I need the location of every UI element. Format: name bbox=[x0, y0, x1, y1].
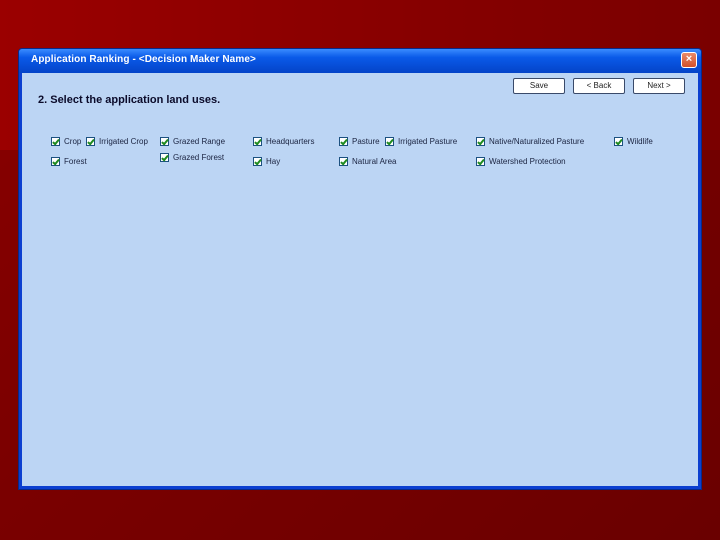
application-window: Application Ranking - <Decision Maker Na… bbox=[18, 48, 702, 490]
save-button[interactable]: Save bbox=[513, 78, 565, 94]
checkbox-checked-icon bbox=[339, 137, 348, 146]
checkbox-checked-icon bbox=[614, 137, 623, 146]
checkbox-checked-icon bbox=[253, 137, 262, 146]
checkbox-label: Grazed Range bbox=[173, 137, 226, 146]
checkbox-label: Crop bbox=[64, 137, 82, 146]
checkbox-checked-icon bbox=[51, 157, 60, 166]
back-button[interactable]: < Back bbox=[573, 78, 625, 94]
checkbox-native-naturalized-pasture[interactable]: Native/Naturalized Pasture bbox=[476, 137, 584, 146]
checkbox-label: Wildlife bbox=[627, 137, 653, 146]
checkbox-crop[interactable]: Crop bbox=[51, 137, 81, 146]
checkbox-forest[interactable]: Forest bbox=[51, 157, 87, 166]
close-icon: × bbox=[685, 53, 693, 65]
checkbox-checked-icon bbox=[86, 137, 95, 146]
checkbox-grazed-forest[interactable]: Grazed Forest bbox=[160, 153, 224, 162]
window-content: Save < Back Next > 2. Select the applica… bbox=[22, 73, 698, 486]
checkbox-label: Pasture bbox=[352, 137, 380, 146]
checkbox-checked-icon bbox=[476, 137, 485, 146]
window-title: Application Ranking - <Decision Maker Na… bbox=[31, 54, 256, 65]
checkbox-hay[interactable]: Hay bbox=[253, 157, 280, 166]
title-bar[interactable]: Application Ranking - <Decision Maker Na… bbox=[19, 49, 701, 73]
checkbox-checked-icon bbox=[51, 137, 60, 146]
checkbox-label: Watershed Protection bbox=[489, 157, 566, 166]
checkbox-irrigated-crop[interactable]: Irrigated Crop bbox=[86, 137, 148, 146]
checkbox-checked-icon bbox=[160, 153, 169, 162]
checkbox-natural-area[interactable]: Natural Area bbox=[339, 157, 396, 166]
checkbox-checked-icon bbox=[476, 157, 485, 166]
checkbox-label: Natural Area bbox=[352, 157, 397, 166]
page-heading: 2. Select the application land uses. bbox=[38, 94, 221, 106]
checkbox-watershed-protection[interactable]: Watershed Protection bbox=[476, 157, 566, 166]
checkbox-checked-icon bbox=[253, 157, 262, 166]
checkbox-label: Headquarters bbox=[266, 137, 315, 146]
close-button[interactable]: × bbox=[681, 52, 697, 68]
checkbox-grazed-range[interactable]: Grazed Range bbox=[160, 137, 225, 146]
checkbox-wildlife[interactable]: Wildlife bbox=[614, 137, 653, 146]
checkbox-label: Hay bbox=[266, 157, 281, 166]
checkbox-label: Irrigated Crop bbox=[99, 137, 148, 146]
next-button[interactable]: Next > bbox=[633, 78, 685, 94]
checkbox-irrigated-pasture[interactable]: Irrigated Pasture bbox=[385, 137, 457, 146]
checkbox-label: Irrigated Pasture bbox=[398, 137, 458, 146]
checkbox-checked-icon bbox=[385, 137, 394, 146]
checkbox-headquarters[interactable]: Headquarters bbox=[253, 137, 314, 146]
checkbox-pasture[interactable]: Pasture bbox=[339, 137, 380, 146]
checkbox-label: Forest bbox=[64, 157, 87, 166]
checkbox-checked-icon bbox=[339, 157, 348, 166]
checkbox-checked-icon bbox=[160, 137, 169, 146]
checkbox-label: Grazed Forest bbox=[173, 153, 225, 162]
checkbox-label: Native/Naturalized Pasture bbox=[489, 137, 585, 146]
